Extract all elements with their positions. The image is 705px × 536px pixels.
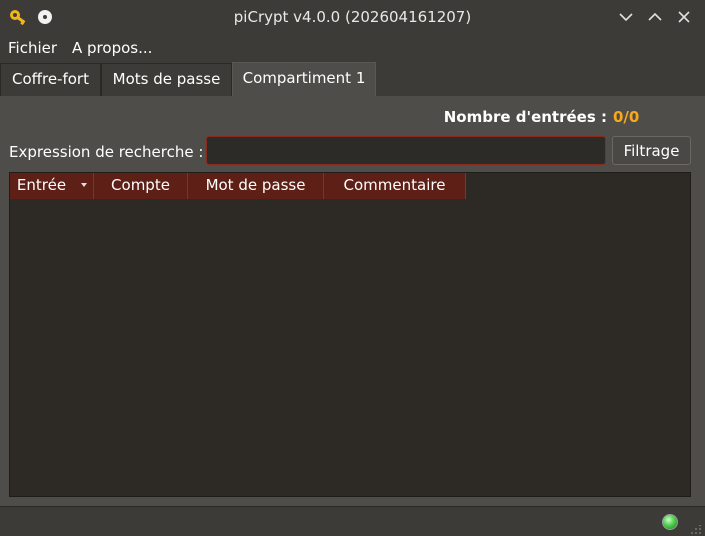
column-header-entree[interactable]: Entrée [10,173,94,199]
filter-button[interactable]: Filtrage [612,136,691,165]
status-bar [0,506,705,536]
entries-table[interactable]: Entrée Compte Mot de passe Commentaire [9,172,691,497]
minimize-icon[interactable] [616,7,636,27]
menu-fichier[interactable]: Fichier [8,39,57,57]
tab-mots-de-passe[interactable]: Mots de passe [101,63,232,96]
menu-bar: Fichier A propos... [0,34,705,62]
column-header-label: Entrée [16,176,67,194]
maximize-icon[interactable] [645,7,665,27]
sort-descending-icon [81,183,87,187]
search-input[interactable] [206,136,606,165]
green-status-icon [662,514,678,530]
tab-bar: Coffre-fort Mots de passe Compartiment 1 [0,62,705,97]
close-icon[interactable] [674,7,694,27]
column-header-commentaire[interactable]: Commentaire [324,173,466,199]
entry-count-label: Nombre d'entrées : [443,108,607,126]
title-bar: piCrypt v4.0.0 (202604161207) [0,0,705,34]
window-title: piCrypt v4.0.0 (202604161207) [233,8,472,26]
menu-a-propos[interactable]: A propos... [72,39,152,57]
compartment-panel: Nombre d'entrées : 0/0 Expression de rec… [0,96,705,506]
column-header-mot-de-passe[interactable]: Mot de passe [188,173,324,199]
search-label: Expression de recherche : [9,143,204,161]
entry-count-value: 0/0 [613,108,640,126]
tab-compartiment-1[interactable]: Compartiment 1 [232,62,376,97]
tab-coffre-fort[interactable]: Coffre-fort [0,63,101,96]
column-header-compte[interactable]: Compte [94,173,188,199]
resize-grip-icon[interactable] [690,525,702,535]
